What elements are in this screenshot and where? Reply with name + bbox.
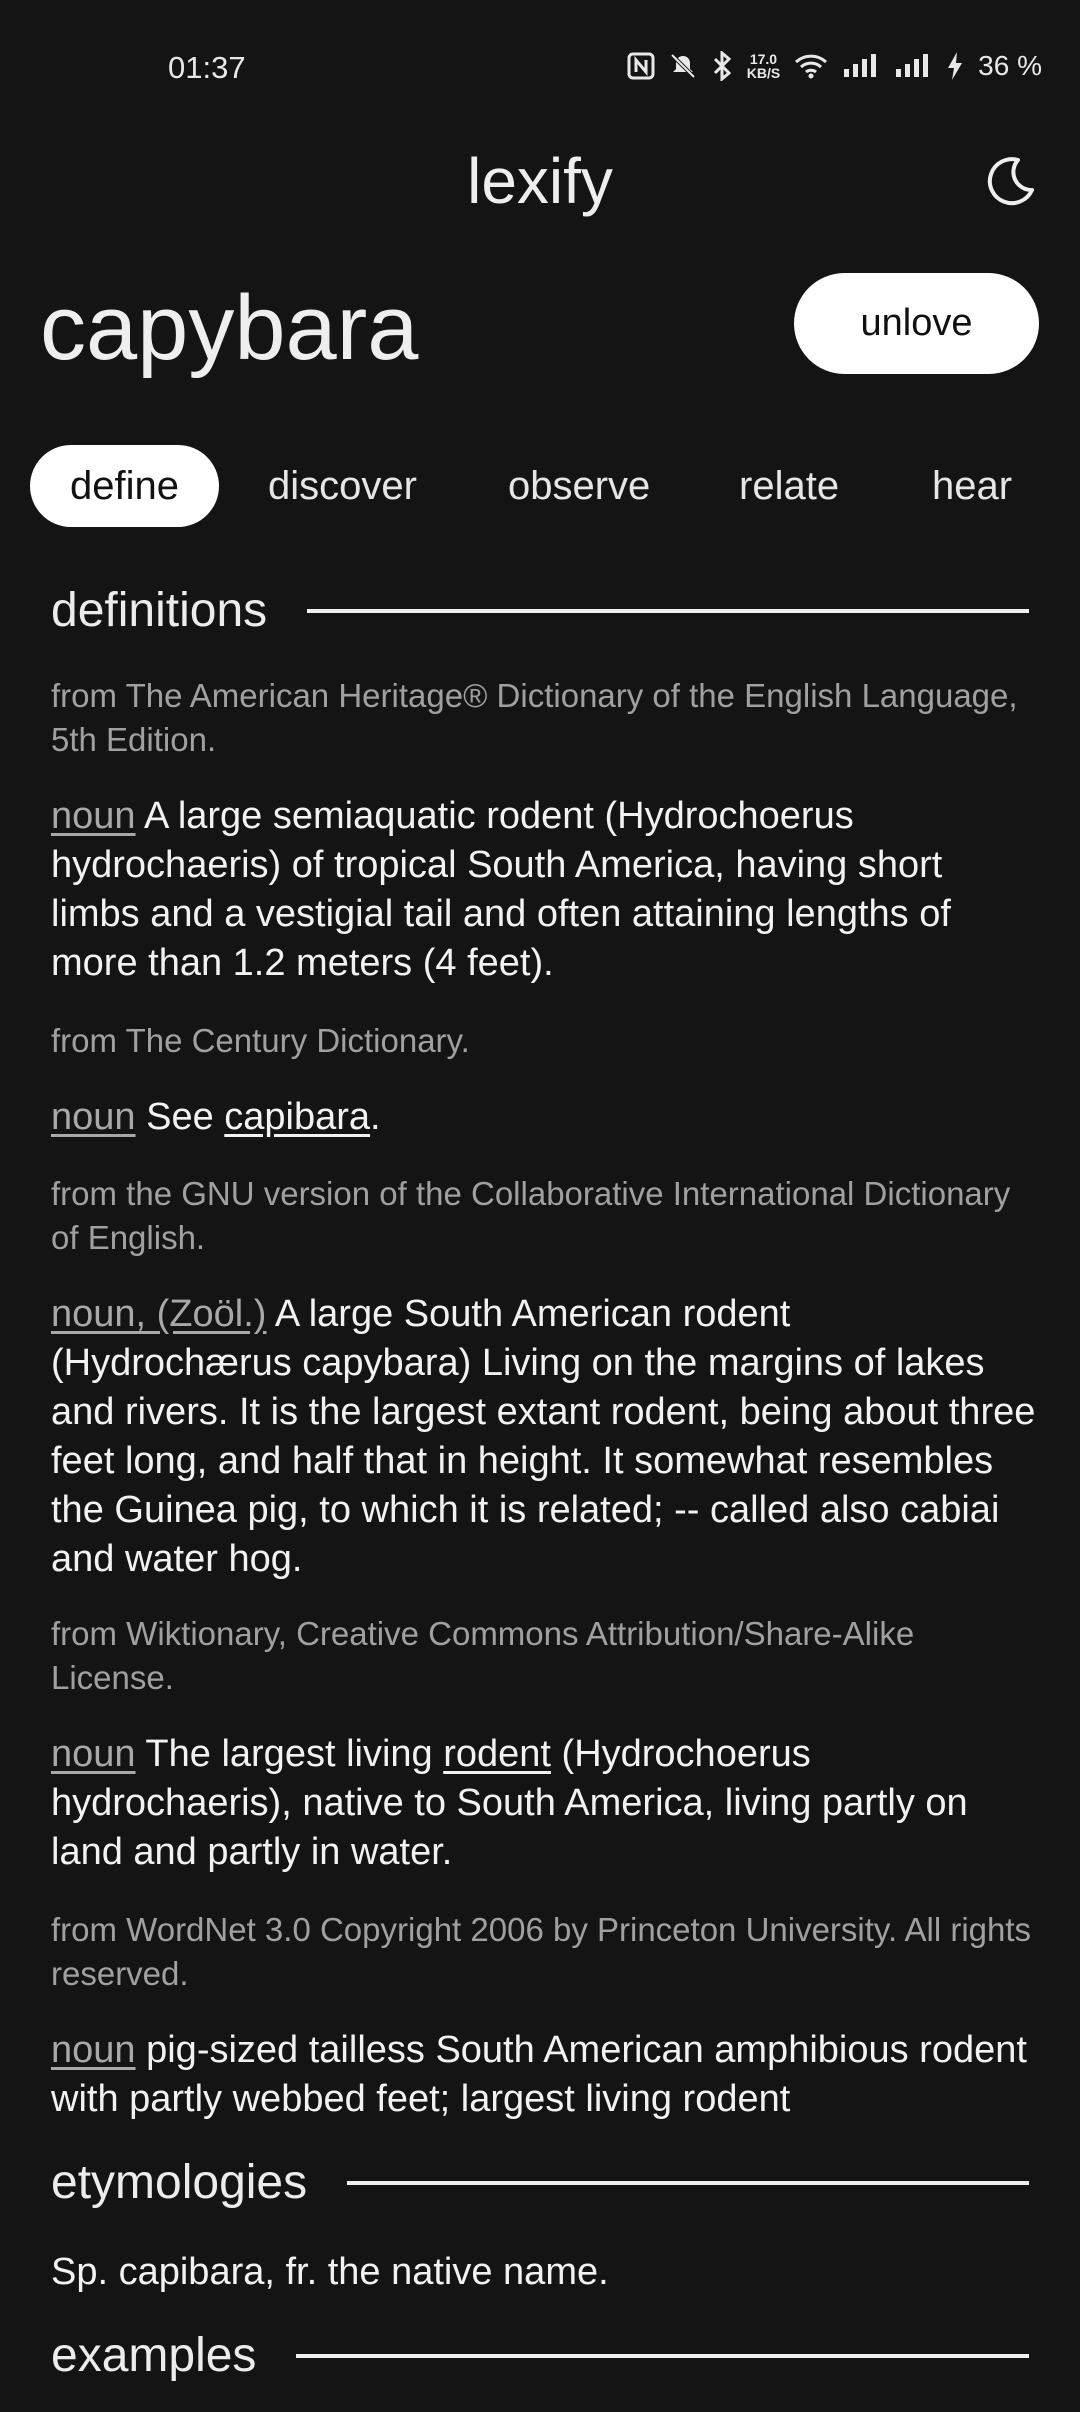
tab-relate[interactable]: relate — [699, 445, 879, 527]
part-of-speech-link[interactable]: noun, (Zoöl.) — [51, 1293, 266, 1335]
status-bar: 01:37 17.0 KB/S 36 % — [0, 0, 1080, 136]
status-time: 01:37 — [168, 50, 246, 85]
section-title: etymologies — [51, 2156, 308, 2209]
moon-icon[interactable] — [984, 154, 1038, 208]
word-link[interactable]: rodent — [443, 1733, 551, 1775]
tab-discover[interactable]: discover — [228, 445, 457, 527]
definition-text: The largest living — [135, 1733, 444, 1775]
section-title: examples — [51, 2329, 257, 2382]
definitions-header: definitions — [51, 583, 1029, 638]
part-of-speech-link[interactable]: noun — [51, 2029, 136, 2071]
app-bar: lexify — [0, 136, 1080, 236]
definition-source: from WordNet 3.0 Copyright 2006 by Princ… — [51, 1911, 1032, 1992]
definition-source: from the GNU version of the Collaborativ… — [51, 1175, 1011, 1256]
tab-hear[interactable]: hear — [892, 445, 1052, 527]
divider — [307, 608, 1029, 613]
definition-text: A large semiaquatic rodent (Hydrochoerus… — [51, 795, 951, 984]
signal-icon — [844, 54, 877, 77]
mute-icon — [670, 53, 696, 79]
app-title: lexify — [467, 145, 613, 217]
etymologies-header: etymologies — [51, 2155, 1029, 2210]
definition-entry: noun The largest living rodent (Hydrocho… — [51, 1730, 1036, 1877]
status-icons: 17.0 KB/S 36 % — [627, 50, 1042, 82]
definition-text: A large South American rodent (Hydrochær… — [51, 1293, 1036, 1580]
part-of-speech-link[interactable]: noun — [51, 795, 136, 837]
tab-bar: define discover observe relate hear — [30, 445, 1060, 527]
definition-entry: noun A large semiaquatic rodent (Hydroch… — [51, 792, 1036, 988]
nfc-icon — [627, 52, 655, 80]
tab-observe[interactable]: observe — [468, 445, 690, 527]
battery-charging-icon — [948, 52, 963, 80]
definition-text: pig-sized tailless South American amphib… — [51, 2029, 1027, 2120]
definition-entry: noun pig-sized tailless South American a… — [51, 2026, 1036, 2124]
tab-define[interactable]: define — [30, 445, 219, 527]
definition-text: See — [135, 1096, 225, 1138]
divider — [296, 2353, 1029, 2358]
part-of-speech-link[interactable]: noun — [51, 1096, 136, 1138]
definition-source: from The Century Dictionary. — [51, 1022, 470, 1059]
divider — [347, 2180, 1029, 2185]
battery-level: 36 % — [978, 50, 1042, 81]
definition-source: from Wiktionary, Creative Commons Attrib… — [51, 1615, 915, 1696]
bluetooth-icon — [713, 51, 731, 81]
part-of-speech-link[interactable]: noun — [51, 1733, 136, 1775]
word-link[interactable]: capibara — [224, 1096, 370, 1138]
unlove-button[interactable]: unlove — [794, 273, 1039, 374]
etymology-text: Sp. capibara, fr. the native name. — [51, 2251, 609, 2293]
definition-text: . — [370, 1096, 381, 1138]
signal-icon — [896, 54, 929, 77]
word-title: capybara — [40, 277, 419, 379]
definition-entry: noun See capibara. — [51, 1093, 1036, 1142]
wifi-icon — [795, 54, 828, 79]
section-title: definitions — [51, 584, 268, 637]
net-speed: 17.0 KB/S — [746, 51, 781, 81]
examples-header: examples — [51, 2328, 1029, 2383]
definition-entry: noun, (Zoöl.) A large South American rod… — [51, 1290, 1036, 1584]
definition-source: from The American Heritage® Dictionary o… — [51, 677, 1018, 758]
